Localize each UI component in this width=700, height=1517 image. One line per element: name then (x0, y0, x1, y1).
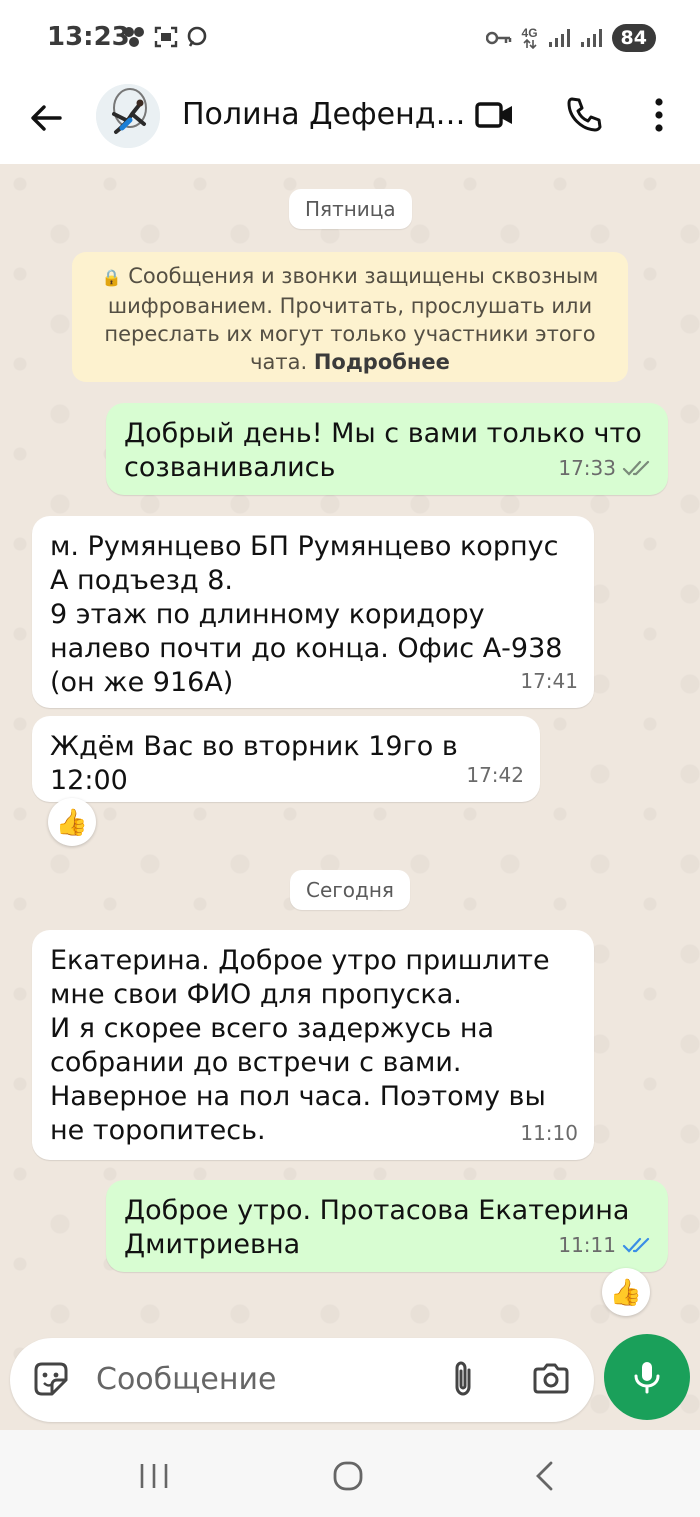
message-input[interactable]: Сообщение (96, 1362, 276, 1397)
avatar[interactable] (96, 84, 160, 148)
battery-level: 84 (611, 24, 656, 52)
message-time: 11:11 (558, 1233, 616, 1257)
more-options-icon[interactable] (636, 92, 682, 138)
voice-message-button[interactable] (604, 1334, 690, 1420)
lock-icon: 🔒 (101, 268, 122, 287)
attach-icon[interactable] (442, 1358, 484, 1400)
status-time: 13:23 (47, 22, 130, 52)
message-incoming[interactable]: м. Румянцево БП Румянцево корпус А подъе… (32, 516, 594, 708)
chat-header: Полина Дефенд… (0, 78, 700, 164)
voice-call-icon[interactable] (560, 92, 606, 138)
microphone-icon (634, 1362, 660, 1394)
key-icon (485, 31, 511, 45)
message-meta: 17:33 (558, 451, 652, 485)
message-outgoing[interactable]: Добрый день! Мы с вами только что созван… (106, 403, 668, 495)
date-divider-friday: Пятница (289, 189, 412, 229)
app-cluster-icon (124, 27, 144, 47)
message-time: 11:10 (520, 1121, 578, 1145)
encryption-notice[interactable]: 🔒 Сообщения и звонки защищены сквозным ш… (72, 252, 628, 382)
back-arrow-icon[interactable] (26, 98, 66, 138)
message-meta: 17:41 (520, 664, 578, 698)
message-meta: 11:11 (558, 1228, 652, 1262)
message-time: 17:42 (466, 763, 524, 787)
recent-apps-icon[interactable] (134, 1456, 174, 1496)
message-meta: 17:42 (466, 758, 524, 792)
date-divider-today: Сегодня (290, 870, 410, 910)
message-incoming[interactable]: Екатерина. Доброе утро пришлите мне свои… (32, 930, 594, 1160)
message-time: 17:33 (558, 456, 616, 480)
status-bar: 13:23 4G 84 (0, 0, 700, 78)
message-composer[interactable]: Сообщение (10, 1338, 594, 1422)
network-type: 4G (522, 27, 538, 49)
status-system-icons: 4G 84 (485, 24, 656, 52)
chat-notification-icon (187, 26, 207, 47)
data-arrows-icon (522, 38, 537, 49)
message-text: Ждём Вас во вторник 19го в 12:00 (50, 731, 458, 796)
camera-icon[interactable] (530, 1358, 572, 1400)
status-notification-icons (122, 26, 208, 48)
aerial-hoop-photo (96, 84, 160, 148)
message-text: м. Румянцево БП Румянцево корпус А подъе… (50, 531, 563, 698)
reaction-thumbs-up[interactable]: 👍 (602, 1268, 650, 1316)
nav-back-icon[interactable] (526, 1456, 566, 1496)
learn-more-link[interactable]: Подробнее (314, 350, 450, 374)
message-meta: 11:10 (520, 1116, 578, 1150)
double-check-blue-icon (622, 1237, 650, 1253)
message-incoming[interactable]: Ждём Вас во вторник 19го в 12:00 17:42 (32, 716, 540, 802)
signal-icon (548, 29, 570, 47)
message-outgoing[interactable]: Доброе утро. Протасова Екатерина Дмитрие… (106, 1180, 668, 1272)
home-icon[interactable] (328, 1456, 368, 1496)
signal-icon-2 (580, 29, 602, 47)
contact-name[interactable]: Полина Дефенд… (182, 97, 465, 132)
message-time: 17:41 (520, 669, 578, 693)
message-text: Екатерина. Доброе утро пришлите мне свои… (50, 945, 550, 1146)
sticker-icon[interactable] (30, 1358, 72, 1400)
screenshot-icon (154, 26, 178, 48)
system-navigation-bar (0, 1430, 700, 1517)
double-check-grey-icon (622, 460, 650, 476)
reaction-thumbs-up[interactable]: 👍 (48, 798, 96, 846)
video-call-icon[interactable] (472, 92, 518, 138)
